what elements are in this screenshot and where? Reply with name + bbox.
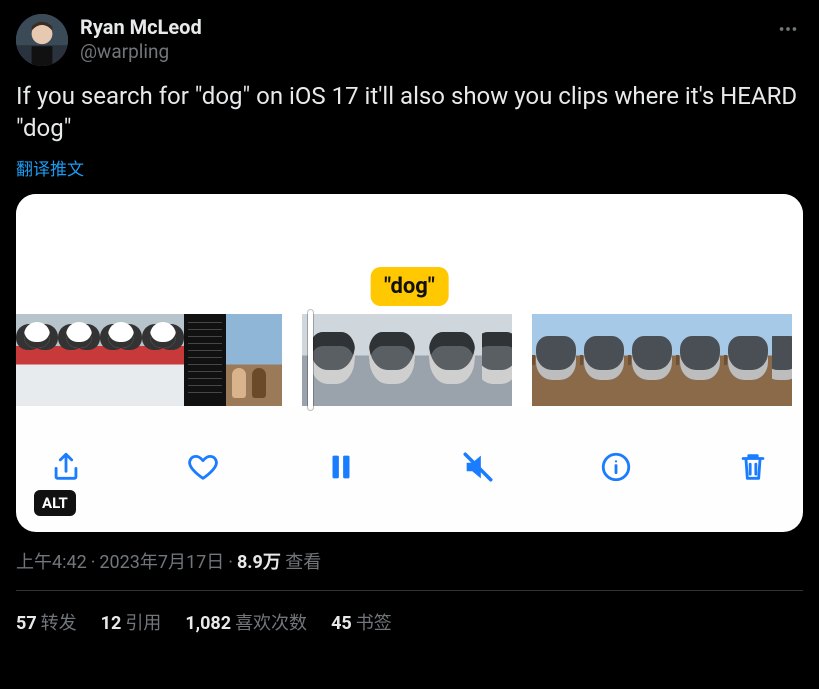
clip-group-3 [532, 314, 792, 406]
share-icon [49, 450, 83, 484]
trash-icon [736, 450, 770, 484]
media-toolbar [16, 406, 803, 532]
thumbnail [482, 314, 512, 406]
info-button[interactable] [596, 447, 636, 487]
display-name: Ryan McLeod [80, 14, 202, 40]
translate-link[interactable]: 翻译推文 [16, 155, 803, 180]
thumbnail [362, 314, 422, 406]
tweet-date[interactable]: 2023年7月17日 [99, 552, 224, 573]
playhead[interactable] [308, 310, 313, 410]
avatar-image [16, 14, 68, 66]
share-button[interactable] [46, 447, 86, 487]
media-card[interactable]: "dog" [16, 194, 803, 532]
caption-bubble: "dog" [370, 267, 449, 306]
clip-group-1 [16, 314, 282, 406]
more-icon [777, 18, 799, 40]
thumbnail [580, 314, 628, 406]
tweet-meta: 上午4:42·2023年7月17日·8.9万 查看 [16, 548, 803, 574]
video-filmstrip[interactable] [16, 314, 803, 406]
views-count: 8.9万 [237, 552, 281, 573]
tweet-container: Ryan McLeod @warpling If you search for … [0, 0, 819, 635]
alt-badge[interactable]: ALT [34, 490, 76, 516]
clip-group-2 [302, 314, 512, 406]
thumbnail [676, 314, 724, 406]
thumbnail [532, 314, 580, 406]
thumbnail [58, 314, 100, 406]
thumbnail [422, 314, 482, 406]
media-caption-area: "dog" [16, 194, 803, 314]
tweet-stats: 57转发 12引用 1,082喜欢次数 45书签 [16, 609, 803, 635]
thumbnail [184, 314, 226, 406]
thumbnail [772, 314, 792, 406]
thumbnail [628, 314, 676, 406]
delete-button[interactable] [733, 447, 773, 487]
handle: @warpling [80, 40, 202, 65]
quotes-stat[interactable]: 12引用 [101, 609, 162, 635]
divider [16, 590, 803, 591]
mute-button[interactable] [458, 447, 498, 487]
thumbnail [142, 314, 184, 406]
avatar[interactable] [16, 14, 68, 66]
more-button[interactable] [773, 14, 803, 44]
tweet-header: Ryan McLeod @warpling [16, 14, 803, 66]
info-icon [599, 450, 633, 484]
tweet-text: If you search for "dog" on iOS 17 it'll … [16, 80, 803, 145]
speaker-muted-icon [461, 450, 495, 484]
thumbnail [16, 314, 58, 406]
like-button[interactable] [183, 447, 223, 487]
heart-icon [186, 450, 220, 484]
thumbnail [226, 314, 282, 406]
views-label[interactable]: 查看 [285, 552, 321, 573]
retweets-stat[interactable]: 57转发 [16, 609, 77, 635]
tweet-time[interactable]: 上午4:42 [16, 552, 87, 573]
bookmarks-stat[interactable]: 45书签 [331, 609, 392, 635]
thumbnail [100, 314, 142, 406]
pause-icon [324, 450, 358, 484]
likes-stat[interactable]: 1,082喜欢次数 [185, 609, 307, 635]
author-names[interactable]: Ryan McLeod @warpling [80, 14, 202, 65]
thumbnail [724, 314, 772, 406]
pause-button[interactable] [321, 447, 361, 487]
